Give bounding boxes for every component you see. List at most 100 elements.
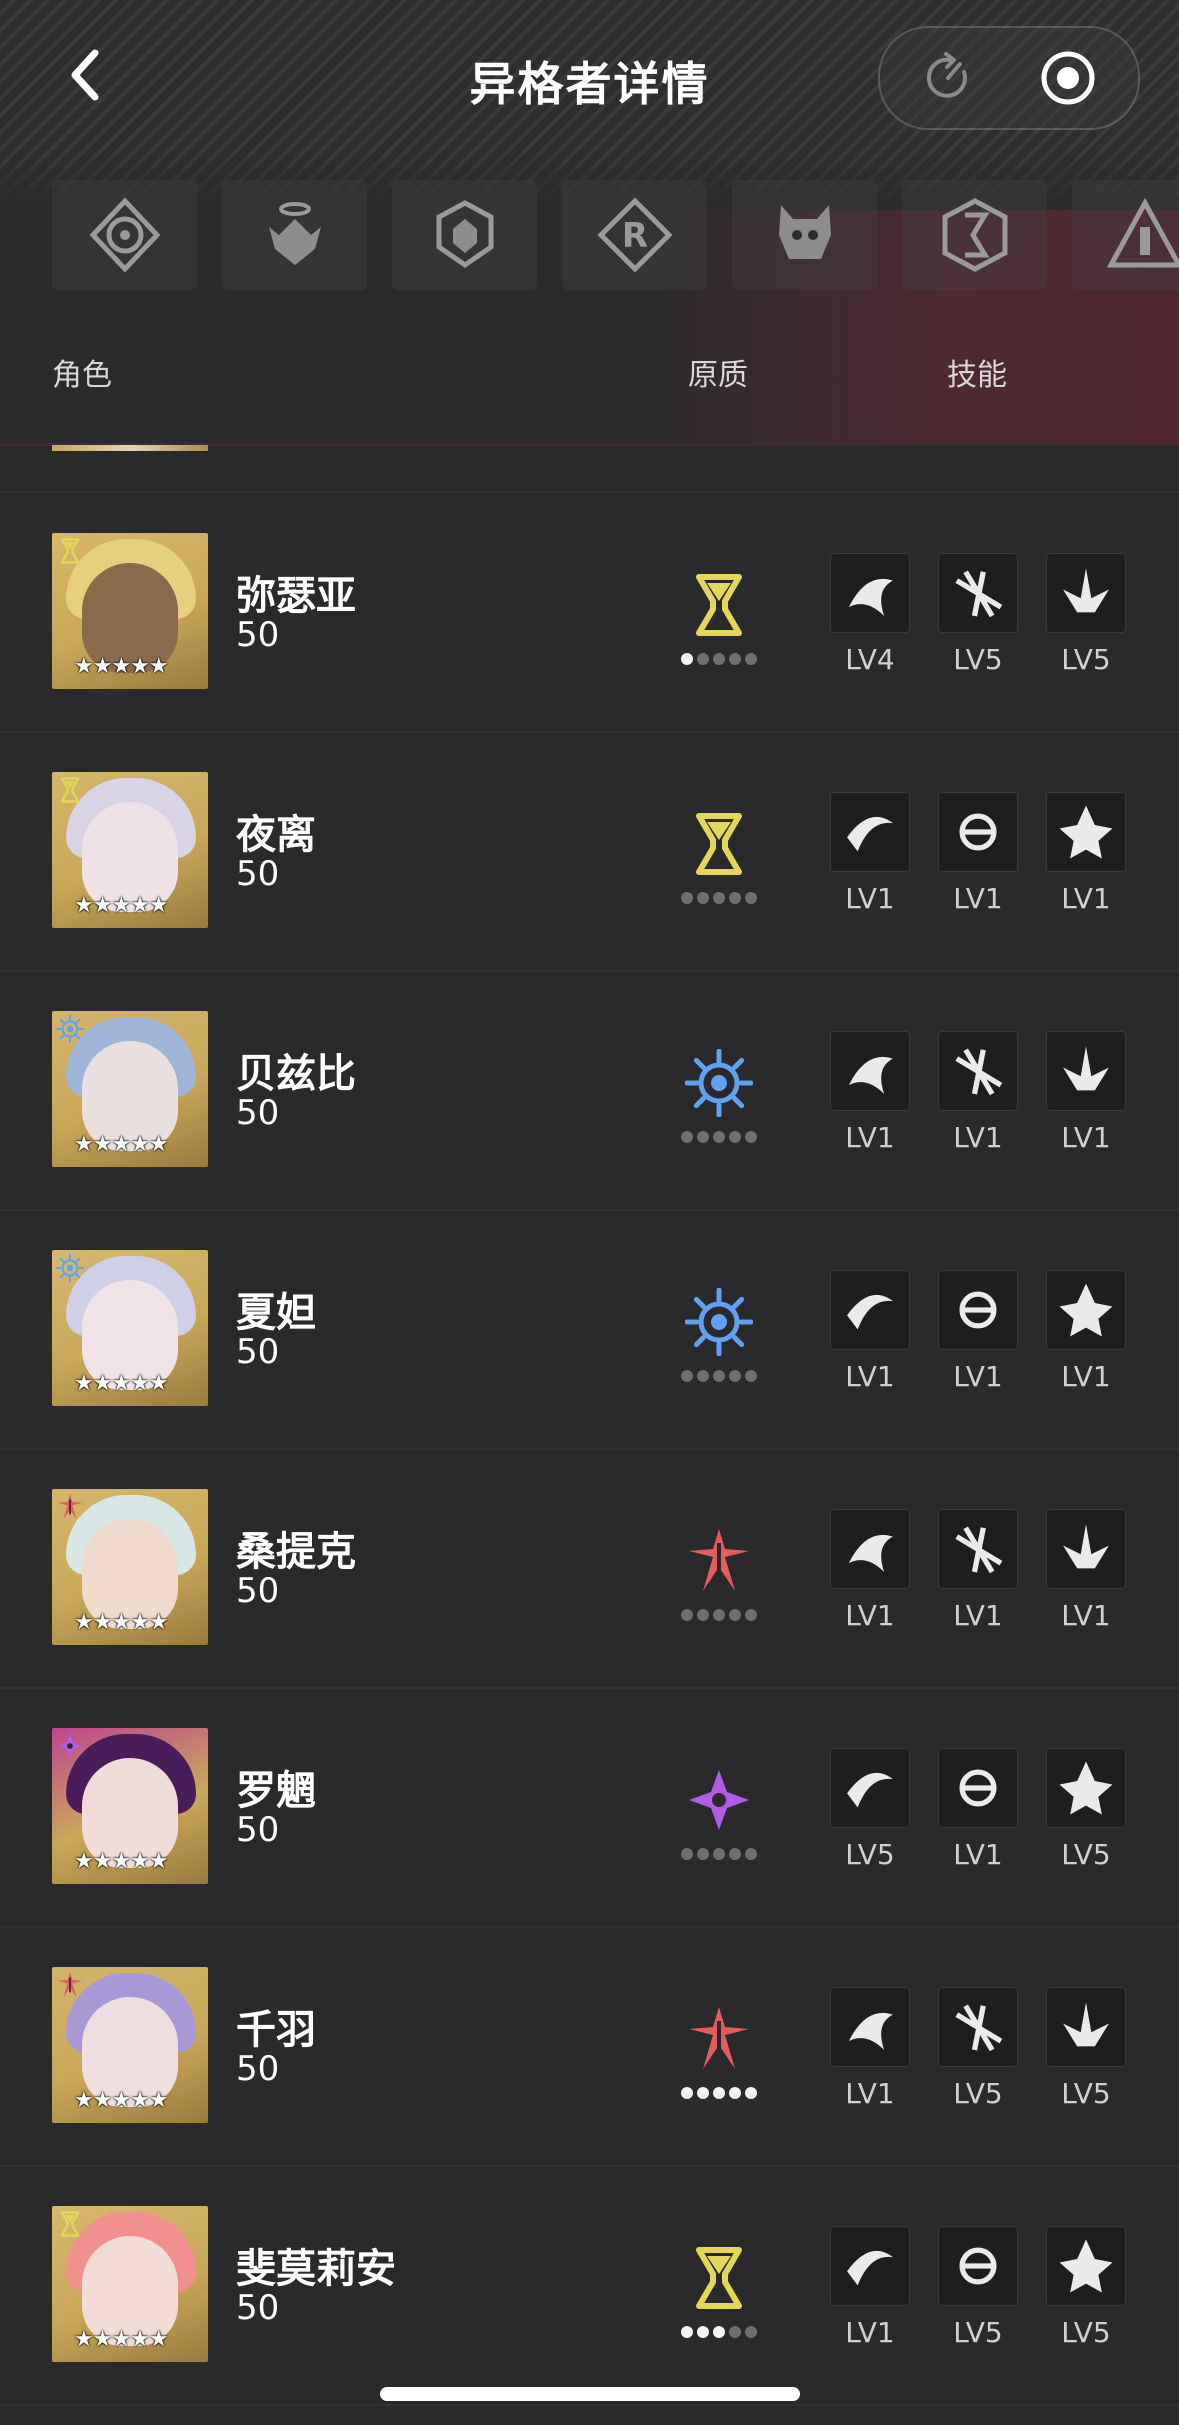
column-header-role: 角色 xyxy=(52,358,112,393)
skill-slot[interactable]: LV1 xyxy=(830,792,910,915)
skill-slot[interactable]: LV1 xyxy=(830,1031,910,1154)
skill-slot[interactable]: LV1 xyxy=(830,2226,910,2349)
record-icon[interactable] xyxy=(1040,50,1096,106)
character-row[interactable]: ★★★★★ 夜离 50 LV1 LV1 LV1 xyxy=(0,732,1179,970)
skill-icon xyxy=(830,2226,910,2306)
skill-icon xyxy=(1046,1748,1126,1828)
element-badge-icon xyxy=(57,1493,83,1520)
rank-dot xyxy=(729,1609,741,1621)
origin-rank-dots xyxy=(681,1848,761,1862)
character-row[interactable]: ★★★★★ 贝兹比 50 LV1 LV1 LV1 xyxy=(0,971,1179,1209)
skill-slot[interactable]: LV5 xyxy=(1046,553,1126,676)
filter-faction-3[interactable] xyxy=(392,180,537,290)
origin-element-icon xyxy=(685,1049,753,1117)
skill-slot[interactable]: LV5 xyxy=(1046,1748,1126,1871)
skill-slot[interactable]: LV1 xyxy=(938,1509,1018,1632)
character-row[interactable]: ★★★★★ 弥瑟亚 50 LV4 LV5 LV5 xyxy=(0,493,1179,731)
skill-slot[interactable]: LV5 xyxy=(1046,1987,1126,2110)
character-row[interactable]: ★★★★★ 罗魍 50 LV5 LV1 LV5 xyxy=(0,1688,1179,1926)
rank-dot xyxy=(745,1848,757,1860)
character-portrait: ★★★★★ xyxy=(52,1967,208,2123)
filter-faction-6[interactable] xyxy=(902,180,1047,290)
rank-dot xyxy=(713,1848,725,1860)
rank-dot xyxy=(745,2326,757,2338)
character-portrait: ★★★★★ xyxy=(52,1489,208,1645)
skill-slot[interactable]: LV1 xyxy=(830,1509,910,1632)
filter-faction-2[interactable] xyxy=(222,180,367,290)
skill-icon xyxy=(938,1270,1018,1350)
character-portrait: ★★★★★ xyxy=(52,533,208,689)
character-row[interactable]: ★★★★★ 千羽 50 LV1 LV5 LV5 xyxy=(0,1927,1179,2165)
origin-rank-dots xyxy=(681,1609,761,1623)
skill-icon xyxy=(830,1031,910,1111)
skill-slot[interactable]: LV1 xyxy=(1046,1270,1126,1393)
character-row[interactable]: ★★★★★ 斐莫莉安 50 LV1 LV5 LV5 xyxy=(0,2166,1179,2404)
skill-level: LV5 xyxy=(953,2077,1003,2110)
origin-element-icon xyxy=(685,1288,753,1356)
skill-level: LV1 xyxy=(1061,1599,1111,1632)
skill-slot[interactable]: LV1 xyxy=(830,1987,910,2110)
rank-dot xyxy=(713,2087,725,2099)
refresh-icon[interactable] xyxy=(920,50,976,106)
rank-dot xyxy=(681,1131,693,1143)
character-portrait: ★★★★★ xyxy=(52,2206,208,2362)
skill-level: LV5 xyxy=(1061,1838,1111,1871)
character-level: 50 xyxy=(236,2288,280,2328)
skill-slot[interactable]: LV5 xyxy=(938,1987,1018,2110)
skill-slot[interactable]: LV5 xyxy=(938,553,1018,676)
origin-rank-dots xyxy=(681,1370,761,1384)
filter-faction-1[interactable] xyxy=(52,180,197,290)
element-badge-icon xyxy=(57,1971,83,1998)
rank-dot xyxy=(729,653,741,665)
skill-icon xyxy=(938,792,1018,872)
skill-level: LV5 xyxy=(1061,2316,1111,2349)
character-row[interactable]: ★★★★★ 夏妲 50 LV1 LV1 LV1 xyxy=(0,1210,1179,1448)
skill-level: LV1 xyxy=(953,882,1003,915)
skill-slot[interactable]: LV1 xyxy=(1046,1031,1126,1154)
skill-icon xyxy=(830,1987,910,2067)
filter-faction-5[interactable] xyxy=(732,180,877,290)
faction-wings-emblem-icon xyxy=(268,202,321,265)
home-indicator[interactable] xyxy=(380,2387,800,2401)
rank-dot xyxy=(697,1131,709,1143)
character-level: 50 xyxy=(236,1332,280,1372)
rank-dot xyxy=(729,2087,741,2099)
skill-icon xyxy=(830,1509,910,1589)
rank-dot xyxy=(697,892,709,904)
skill-slot[interactable]: LV1 xyxy=(938,1270,1018,1393)
rank-dot xyxy=(681,2326,693,2338)
rarity-stars: ★★★★★ xyxy=(74,1849,169,1874)
skill-slot[interactable]: LV1 xyxy=(938,792,1018,915)
skill-slot[interactable]: LV1 xyxy=(1046,792,1126,915)
rank-dot xyxy=(713,892,725,904)
skill-slot[interactable]: LV5 xyxy=(830,1748,910,1871)
origin-rank-dots xyxy=(681,653,761,667)
skill-level: LV1 xyxy=(845,1360,895,1393)
character-level: 50 xyxy=(236,1810,280,1850)
element-badge-icon xyxy=(57,1733,83,1759)
element-badge-icon xyxy=(56,1015,84,1043)
skill-slot[interactable]: LV1 xyxy=(1046,1509,1126,1632)
column-header-origin: 原质 xyxy=(688,358,748,393)
skill-icon xyxy=(1046,1270,1126,1350)
previous-row-portrait-edge xyxy=(52,445,208,451)
rank-dot xyxy=(697,1848,709,1860)
skill-slot[interactable]: LV1 xyxy=(830,1270,910,1393)
rank-dot xyxy=(713,1370,725,1382)
skill-slot[interactable]: LV5 xyxy=(1046,2226,1126,2349)
origin-element-icon xyxy=(696,574,742,636)
skill-slot[interactable]: LV1 xyxy=(938,1748,1018,1871)
element-badge-icon xyxy=(60,538,80,564)
filter-faction-7[interactable] xyxy=(1072,180,1179,290)
filter-faction-4[interactable]: R xyxy=(562,180,707,290)
rank-dot xyxy=(681,653,693,665)
skill-slot[interactable]: LV1 xyxy=(938,1031,1018,1154)
character-row[interactable]: ★★★★★ 桑提克 50 LV1 LV1 LV1 xyxy=(0,1449,1179,1687)
rank-dot xyxy=(729,1370,741,1382)
element-badge-icon xyxy=(60,777,80,803)
rank-dot xyxy=(729,1848,741,1860)
faction-crown-emblem-icon xyxy=(436,200,493,269)
skill-slot[interactable]: LV5 xyxy=(938,2226,1018,2349)
skill-slot[interactable]: LV4 xyxy=(830,553,910,676)
rank-dot xyxy=(681,892,693,904)
